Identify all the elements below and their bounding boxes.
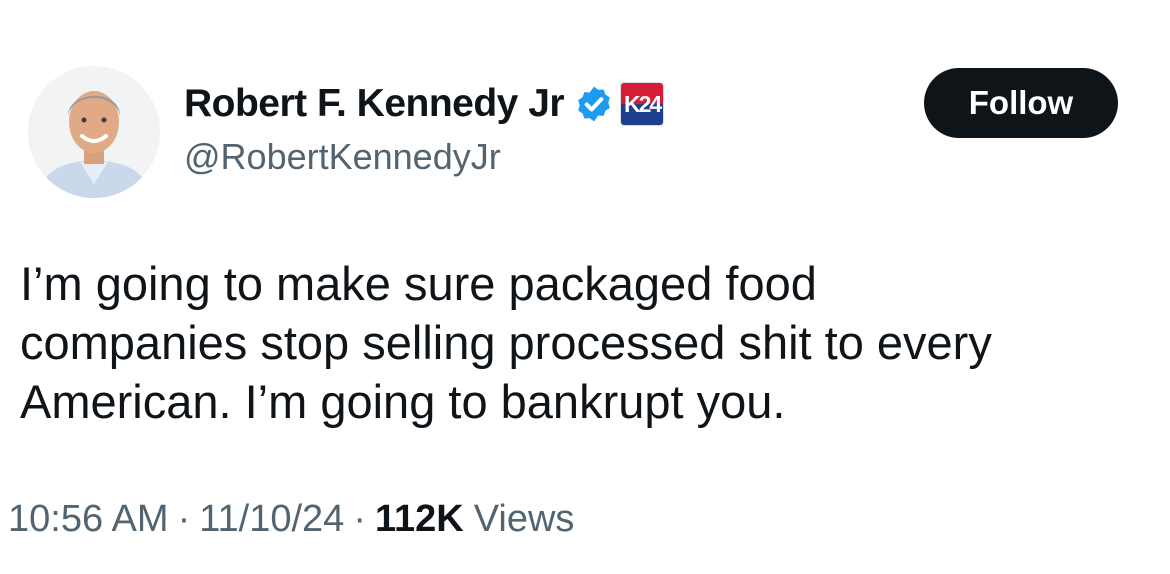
meta-separator: ·	[353, 498, 366, 540]
affiliate-badge-text: K24	[623, 90, 662, 117]
author-display-name[interactable]: Robert F. Kennedy Jr	[184, 82, 565, 126]
author-handle[interactable]: @RobertKennedyJr	[184, 136, 501, 178]
follow-button[interactable]: Follow	[924, 68, 1118, 138]
affiliate-badge-icon[interactable]: K24	[620, 82, 665, 126]
tweet-text-line: companies stop selling processed shit to…	[20, 316, 992, 369]
tweet-meta: 10:56 AM · 11/10/24 · 112K Views	[8, 498, 574, 541]
avatar-photo	[28, 66, 160, 198]
tweet-text-line: American. I’m going to bankrupt you.	[20, 375, 786, 428]
tweet-text: I’m going to make sure packaged food com…	[20, 254, 1150, 431]
views-count[interactable]: 112K	[375, 498, 464, 541]
tweet-text-line: I’m going to make sure packaged food	[20, 257, 817, 310]
author-name-row: Robert F. Kennedy Jr K24	[184, 78, 665, 130]
avatar[interactable]	[28, 66, 160, 198]
tweet-time[interactable]: 10:56 AM	[8, 498, 169, 541]
meta-separator: ·	[177, 498, 191, 540]
views-label: Views	[473, 498, 575, 540]
tweet-date[interactable]: 11/10/24	[199, 498, 344, 541]
verified-badge-icon[interactable]	[574, 84, 614, 124]
